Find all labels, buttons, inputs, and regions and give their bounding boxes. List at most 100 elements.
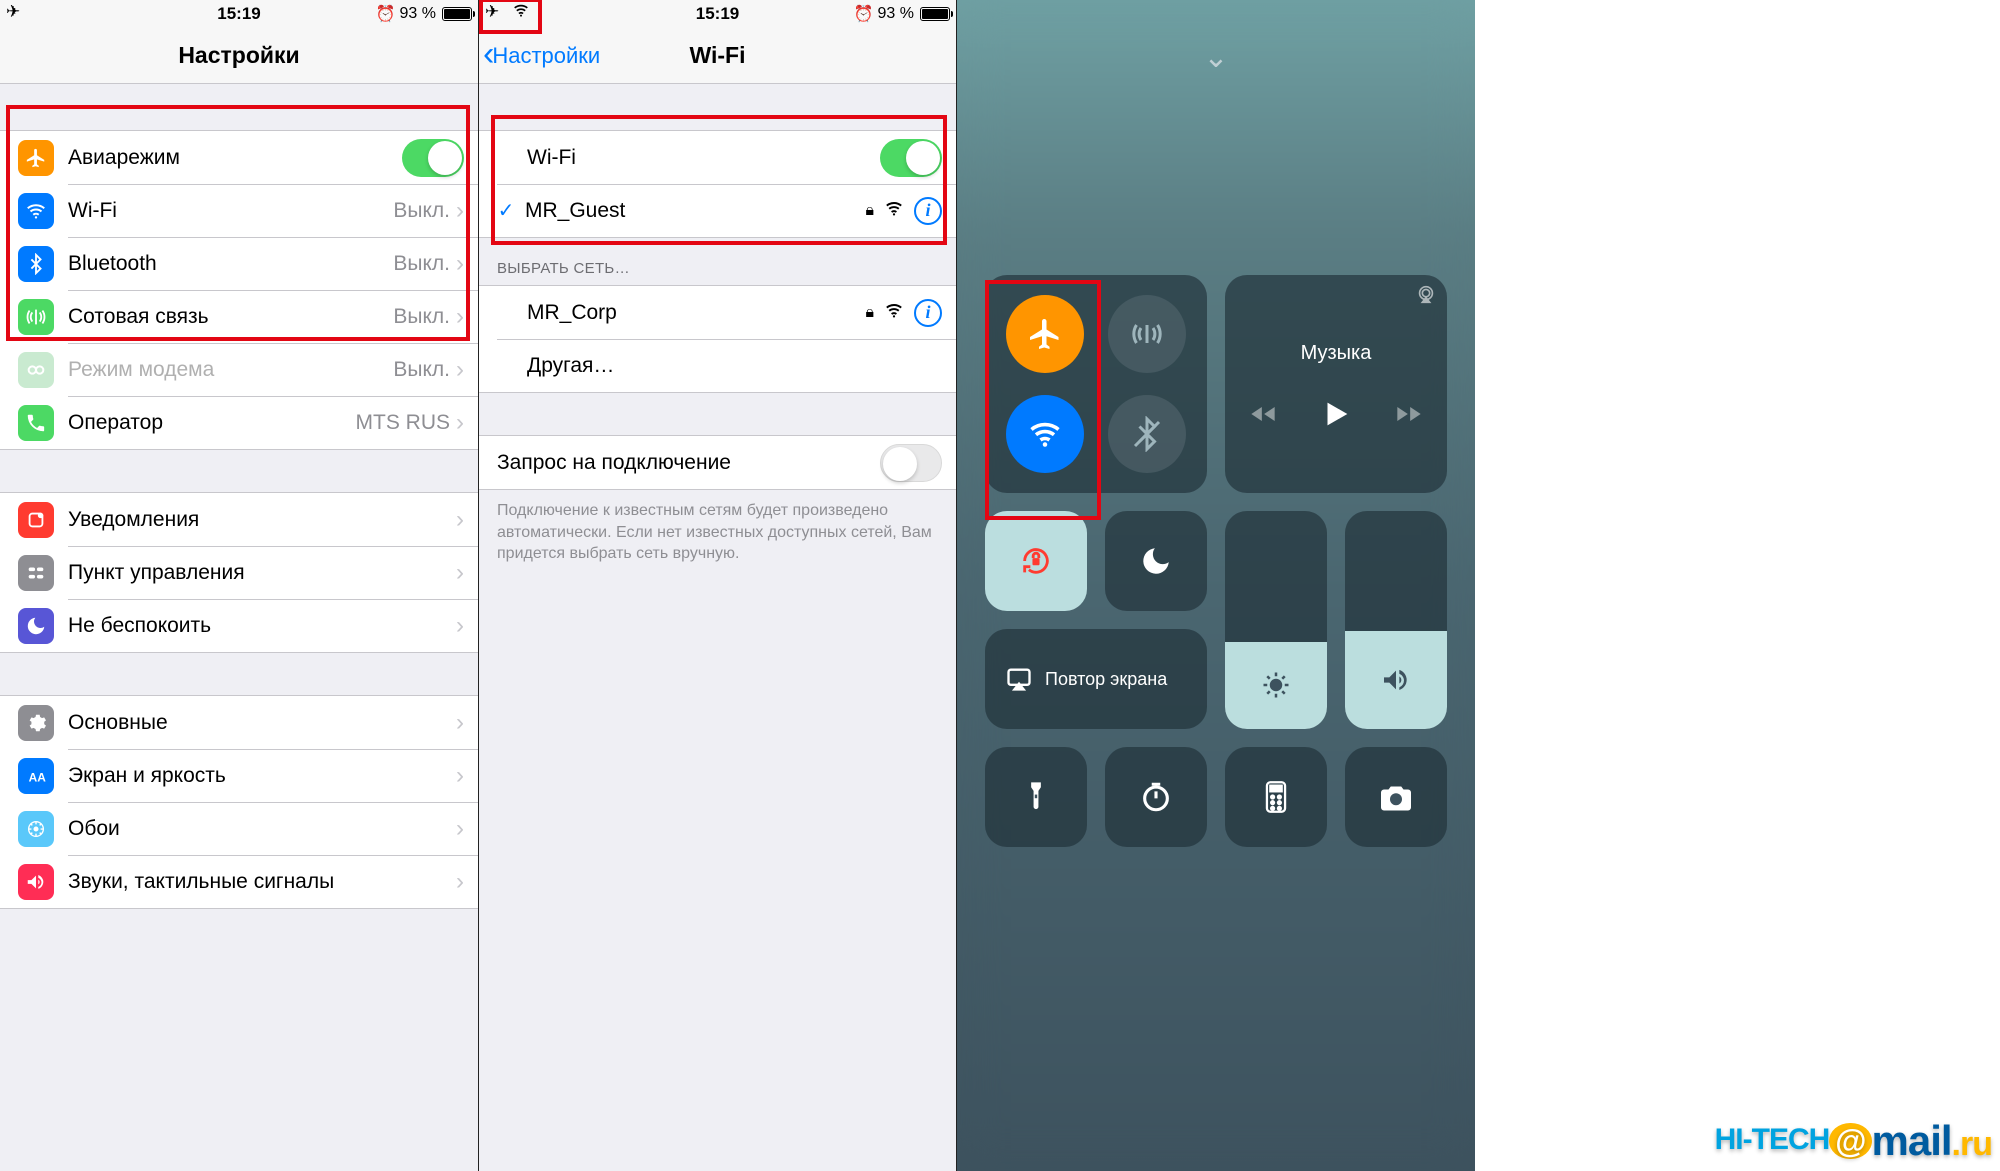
wifi-toggle[interactable] xyxy=(880,139,942,177)
row-connected-network[interactable]: ✓ MR_Guest 🔒︎ i xyxy=(479,184,956,237)
row-label: Звуки, тактильные сигналы xyxy=(68,870,456,894)
lock-icon: 🔒︎ xyxy=(865,202,874,220)
row-value: Выкл. xyxy=(393,305,450,329)
row-control-center[interactable]: Пункт управления › xyxy=(0,546,478,599)
row-sounds[interactable]: Звуки, тактильные сигналы › xyxy=(0,855,478,908)
row-ask-to-join[interactable]: Запрос на подключение xyxy=(479,436,956,489)
chevron-right-icon: › xyxy=(456,197,464,225)
row-other-network[interactable]: Другая… xyxy=(479,339,956,392)
notifications-icon xyxy=(18,502,54,538)
connectivity-tile xyxy=(985,275,1207,493)
row-value: Выкл. xyxy=(393,358,450,382)
screen-mirroring-button[interactable]: Повтор экрана xyxy=(985,629,1207,729)
chevron-right-icon: › xyxy=(456,709,464,737)
row-network[interactable]: MR_Corp 🔒︎ i xyxy=(479,286,956,339)
watermark-mail: mail xyxy=(1872,1117,1952,1164)
chevron-down-icon[interactable]: ⌄ xyxy=(985,40,1447,75)
chevron-right-icon: › xyxy=(456,506,464,534)
row-cellular[interactable]: Сотовая связь Выкл. › xyxy=(0,290,478,343)
alarm-icon: ⏰ xyxy=(376,4,396,24)
music-title: Музыка xyxy=(1301,342,1372,365)
timer-button[interactable] xyxy=(1105,747,1207,847)
row-dnd[interactable]: Не беспокоить › xyxy=(0,599,478,652)
row-display[interactable]: AA Экран и яркость › xyxy=(0,749,478,802)
status-bar: ✈︎ 15:19 ⏰93 % xyxy=(479,0,956,28)
airplane-icon xyxy=(18,140,54,176)
sounds-icon xyxy=(18,864,54,900)
ask-toggle[interactable] xyxy=(880,444,942,482)
section-header: ВЫБРАТЬ СЕТЬ… xyxy=(479,238,956,285)
page-title: Wi-Fi xyxy=(690,42,746,69)
row-label: Авиарежим xyxy=(68,146,402,170)
lock-icon: 🔒︎ xyxy=(865,304,874,322)
network-name: MR_Corp xyxy=(527,301,865,325)
calculator-button[interactable] xyxy=(1225,747,1327,847)
row-carrier[interactable]: Оператор MTS RUS › xyxy=(0,396,478,449)
row-general[interactable]: Основные › xyxy=(0,696,478,749)
music-tile[interactable]: Музыка xyxy=(1225,275,1447,493)
row-airplane[interactable]: Авиарежим xyxy=(0,131,478,184)
nav-bar: Настройки xyxy=(0,28,478,84)
row-wifi-toggle[interactable]: Wi-Fi xyxy=(479,131,956,184)
row-wallpaper[interactable]: Обои › xyxy=(0,802,478,855)
info-icon[interactable]: i xyxy=(914,197,942,225)
row-label: Сотовая связь xyxy=(68,305,393,329)
watermark-ru: .ru xyxy=(1952,1125,1992,1163)
flashlight-button[interactable] xyxy=(985,747,1087,847)
battery-icon xyxy=(920,7,950,21)
airplay-icon xyxy=(1415,283,1437,310)
moon-icon xyxy=(18,608,54,644)
phone-icon xyxy=(18,405,54,441)
camera-button[interactable] xyxy=(1345,747,1447,847)
volume-slider[interactable] xyxy=(1345,511,1447,729)
row-label: Запрос на подключение xyxy=(497,451,880,475)
wifi-screen: ✈︎ 15:19 ⏰93 % ‹Настройки Wi-Fi Wi-Fi ✓ … xyxy=(478,0,956,1171)
airplane-toggle[interactable] xyxy=(402,139,464,177)
chevron-right-icon: › xyxy=(456,250,464,278)
chevron-right-icon: › xyxy=(456,815,464,843)
cc-cellular-button[interactable] xyxy=(1108,295,1186,373)
row-bluetooth[interactable]: Bluetooth Выкл. › xyxy=(0,237,478,290)
battery-pct: 93 % xyxy=(878,5,914,23)
cc-airplane-button[interactable] xyxy=(1006,295,1084,373)
page-title: Настройки xyxy=(178,42,299,69)
row-value: Выкл. xyxy=(393,199,450,223)
battery-icon xyxy=(442,7,472,21)
row-label: Wi-Fi xyxy=(527,146,880,170)
chevron-right-icon: › xyxy=(456,409,464,437)
back-button[interactable]: ‹Настройки xyxy=(483,43,600,69)
battery-pct: 93 % xyxy=(400,5,436,23)
settings-screen: ✈︎ 15:19 ⏰93 % Настройки Авиарежим Wi-Fi… xyxy=(0,0,478,1171)
hotspot-icon xyxy=(18,352,54,388)
play-icon[interactable] xyxy=(1319,397,1353,436)
next-track-icon[interactable] xyxy=(1395,400,1423,433)
back-label: Настройки xyxy=(492,43,600,69)
row-value: MTS RUS xyxy=(356,411,451,435)
cc-wifi-button[interactable] xyxy=(1006,395,1084,473)
gear-icon xyxy=(18,705,54,741)
alarm-icon: ⏰ xyxy=(854,4,874,24)
info-icon[interactable]: i xyxy=(914,299,942,327)
row-notifications[interactable]: Уведомления › xyxy=(0,493,478,546)
row-label: Основные xyxy=(68,711,456,735)
row-label: Обои xyxy=(68,817,456,841)
brightness-slider[interactable] xyxy=(1225,511,1327,729)
chevron-right-icon: › xyxy=(456,559,464,587)
wifi-signal-icon xyxy=(884,200,904,221)
mirror-label: Повтор экрана xyxy=(1045,669,1167,690)
svg-text:AA: AA xyxy=(29,770,47,784)
row-wifi[interactable]: Wi-Fi Выкл. › xyxy=(0,184,478,237)
watermark: HI-TECH@mail.ru xyxy=(1715,1117,1992,1165)
watermark-hi: HI-TECH xyxy=(1715,1123,1830,1156)
chevron-right-icon: › xyxy=(456,356,464,384)
prev-track-icon[interactable] xyxy=(1249,400,1277,433)
orientation-lock-button[interactable] xyxy=(985,511,1087,611)
row-value: Выкл. xyxy=(393,252,450,276)
dnd-button[interactable] xyxy=(1105,511,1207,611)
row-label: Wi-Fi xyxy=(68,199,393,223)
cellular-icon xyxy=(18,299,54,335)
cc-bluetooth-button[interactable] xyxy=(1108,395,1186,473)
row-hotspot[interactable]: Режим модема Выкл. › xyxy=(0,343,478,396)
nav-bar: ‹Настройки Wi-Fi xyxy=(479,28,956,84)
row-label: Другая… xyxy=(527,354,956,378)
